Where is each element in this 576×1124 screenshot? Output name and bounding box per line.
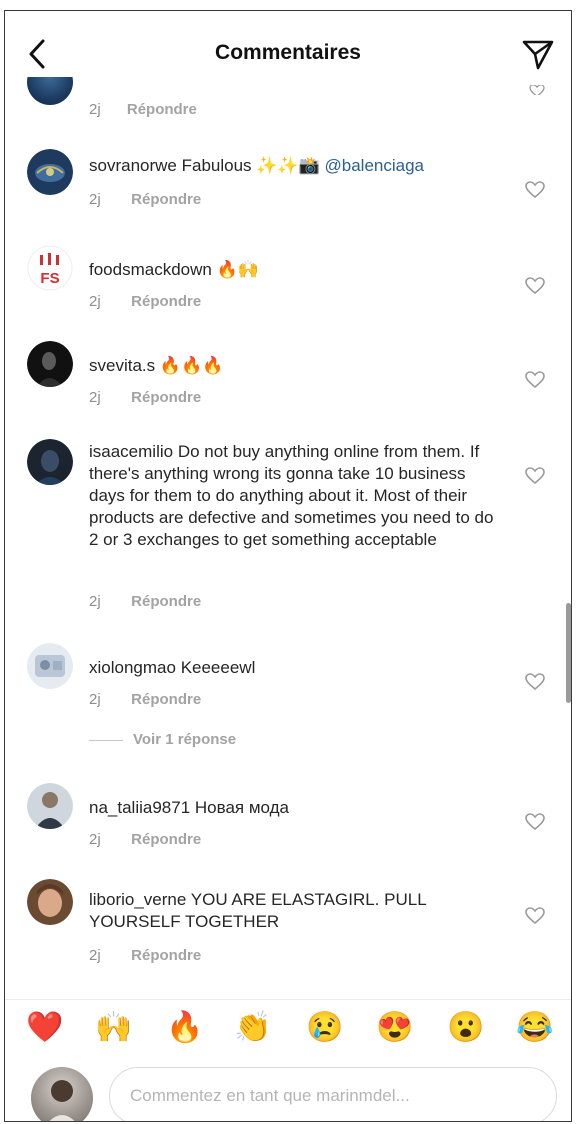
heart-icon[interactable] bbox=[529, 85, 545, 95]
heart-icon[interactable] bbox=[525, 181, 545, 199]
comment-username[interactable]: foodsmackdown bbox=[89, 260, 212, 279]
comment-text: xiolongmao Keeeeewl bbox=[89, 657, 501, 679]
reply-button[interactable]: Répondre bbox=[127, 101, 197, 117]
view-replies-label[interactable]: Voir 1 réponse bbox=[133, 731, 236, 748]
comment-body: Fabulous ✨✨📸 bbox=[181, 156, 320, 175]
comment-text: sovranorwe Fabulous ✨✨📸 @balenciaga bbox=[89, 155, 501, 177]
comment-username[interactable]: xiolongmao bbox=[89, 658, 176, 677]
comment-meta: 2j Répondre bbox=[89, 293, 201, 310]
comment-text: isaacemilio Do not buy anything online f… bbox=[89, 441, 501, 551]
avatar[interactable] bbox=[27, 149, 73, 195]
partial-comment: 2j Répondre bbox=[5, 77, 571, 117]
paper-plane-icon[interactable] bbox=[521, 37, 555, 71]
heart-icon[interactable] bbox=[525, 813, 545, 831]
comment-body: Keeeeewl bbox=[180, 658, 256, 677]
comment-meta: 2j Répondre bbox=[89, 593, 201, 610]
reply-button[interactable]: Répondre bbox=[131, 831, 201, 848]
reply-button[interactable]: Répondre bbox=[131, 191, 201, 208]
comment-username[interactable]: na_taliia9871 bbox=[89, 798, 190, 817]
svg-text:FS: FS bbox=[40, 270, 59, 287]
avatar[interactable] bbox=[27, 879, 73, 925]
emoji-quick-bar: ❤️ 🙌 🔥 👏 😢 😍 😮 😂 bbox=[5, 999, 571, 1049]
heart-icon[interactable] bbox=[525, 673, 545, 691]
reply-button[interactable]: Répondre bbox=[131, 691, 201, 708]
comment-meta: 2j Répondre bbox=[89, 831, 201, 848]
comment-meta: 2j Répondre bbox=[89, 191, 201, 208]
heart-icon[interactable] bbox=[525, 371, 545, 389]
comment-input[interactable] bbox=[109, 1067, 557, 1121]
comment-meta: 2j Répondre bbox=[89, 691, 201, 708]
comment-meta: 2j Répondre bbox=[89, 389, 201, 406]
comment-username[interactable]: liborio_verne bbox=[89, 890, 186, 909]
comment-meta: 2j Répondre bbox=[89, 101, 197, 117]
comment-text: foodsmackdown 🔥🙌 bbox=[89, 259, 501, 281]
comment-username[interactable]: sovranorwe bbox=[89, 156, 177, 175]
reply-button[interactable]: Répondre bbox=[131, 947, 201, 964]
crying-emoji-button[interactable]: 😢 bbox=[305, 1008, 345, 1048]
surprised-emoji-button[interactable]: 😮 bbox=[446, 1008, 486, 1048]
comment-username[interactable]: svevita.s bbox=[89, 356, 155, 375]
comment-body: 🔥🙌 bbox=[216, 260, 259, 279]
comments-screen: Commentaires 2j Répondre sovranorwe Fabu… bbox=[4, 10, 572, 1122]
fire-emoji-button[interactable]: 🔥 bbox=[165, 1008, 205, 1048]
heart-emoji-button[interactable]: ❤️ bbox=[25, 1008, 65, 1048]
heart-icon[interactable] bbox=[525, 907, 545, 925]
comment-body: Новая мода bbox=[194, 798, 289, 817]
comment-time: 2j bbox=[89, 191, 101, 208]
comment-text: liborio_verne YOU ARE ELASTAGIRL. PULL Y… bbox=[89, 889, 501, 933]
avatar[interactable] bbox=[27, 77, 73, 105]
avatar[interactable] bbox=[31, 1067, 93, 1121]
reply-button[interactable]: Répondre bbox=[131, 389, 201, 406]
comment-time: 2j bbox=[89, 293, 101, 310]
laughing-emoji-button[interactable]: 😂 bbox=[515, 1008, 555, 1048]
comment-text: na_taliia9871 Новая мода bbox=[89, 797, 501, 819]
avatar[interactable] bbox=[27, 439, 73, 485]
comment-composer bbox=[5, 1059, 571, 1121]
divider-line bbox=[89, 739, 123, 741]
avatar[interactable] bbox=[27, 643, 73, 689]
comment-time: 2j bbox=[89, 831, 101, 848]
heart-eyes-emoji-button[interactable]: 😍 bbox=[375, 1008, 415, 1048]
heart-icon[interactable] bbox=[525, 467, 545, 485]
reply-button[interactable]: Répondre bbox=[131, 593, 201, 610]
comment-time: 2j bbox=[89, 691, 101, 708]
comment-time: 2j bbox=[89, 593, 101, 610]
comment-body: 🔥🔥🔥 bbox=[159, 356, 224, 375]
page-title: Commentaires bbox=[215, 41, 361, 64]
comment-time: 2j bbox=[89, 101, 101, 117]
avatar[interactable] bbox=[27, 341, 73, 387]
view-replies-link[interactable]: Voir 1 réponse bbox=[89, 731, 236, 748]
comment-time: 2j bbox=[89, 947, 101, 964]
raised-hands-emoji-button[interactable]: 🙌 bbox=[94, 1008, 134, 1048]
scrollbar[interactable] bbox=[566, 603, 571, 703]
comment-username[interactable]: isaacemilio bbox=[89, 442, 173, 461]
heart-icon[interactable] bbox=[525, 277, 545, 295]
clapping-emoji-button[interactable]: 👏 bbox=[233, 1008, 273, 1048]
comment-meta: 2j Répondre bbox=[89, 947, 201, 964]
avatar[interactable] bbox=[27, 783, 73, 829]
comment-text: svevita.s 🔥🔥🔥 bbox=[89, 355, 501, 377]
comment-time: 2j bbox=[89, 389, 101, 406]
reply-button[interactable]: Répondre bbox=[131, 293, 201, 310]
avatar[interactable]: FS bbox=[27, 245, 73, 291]
mention-link[interactable]: @balenciaga bbox=[325, 156, 425, 175]
